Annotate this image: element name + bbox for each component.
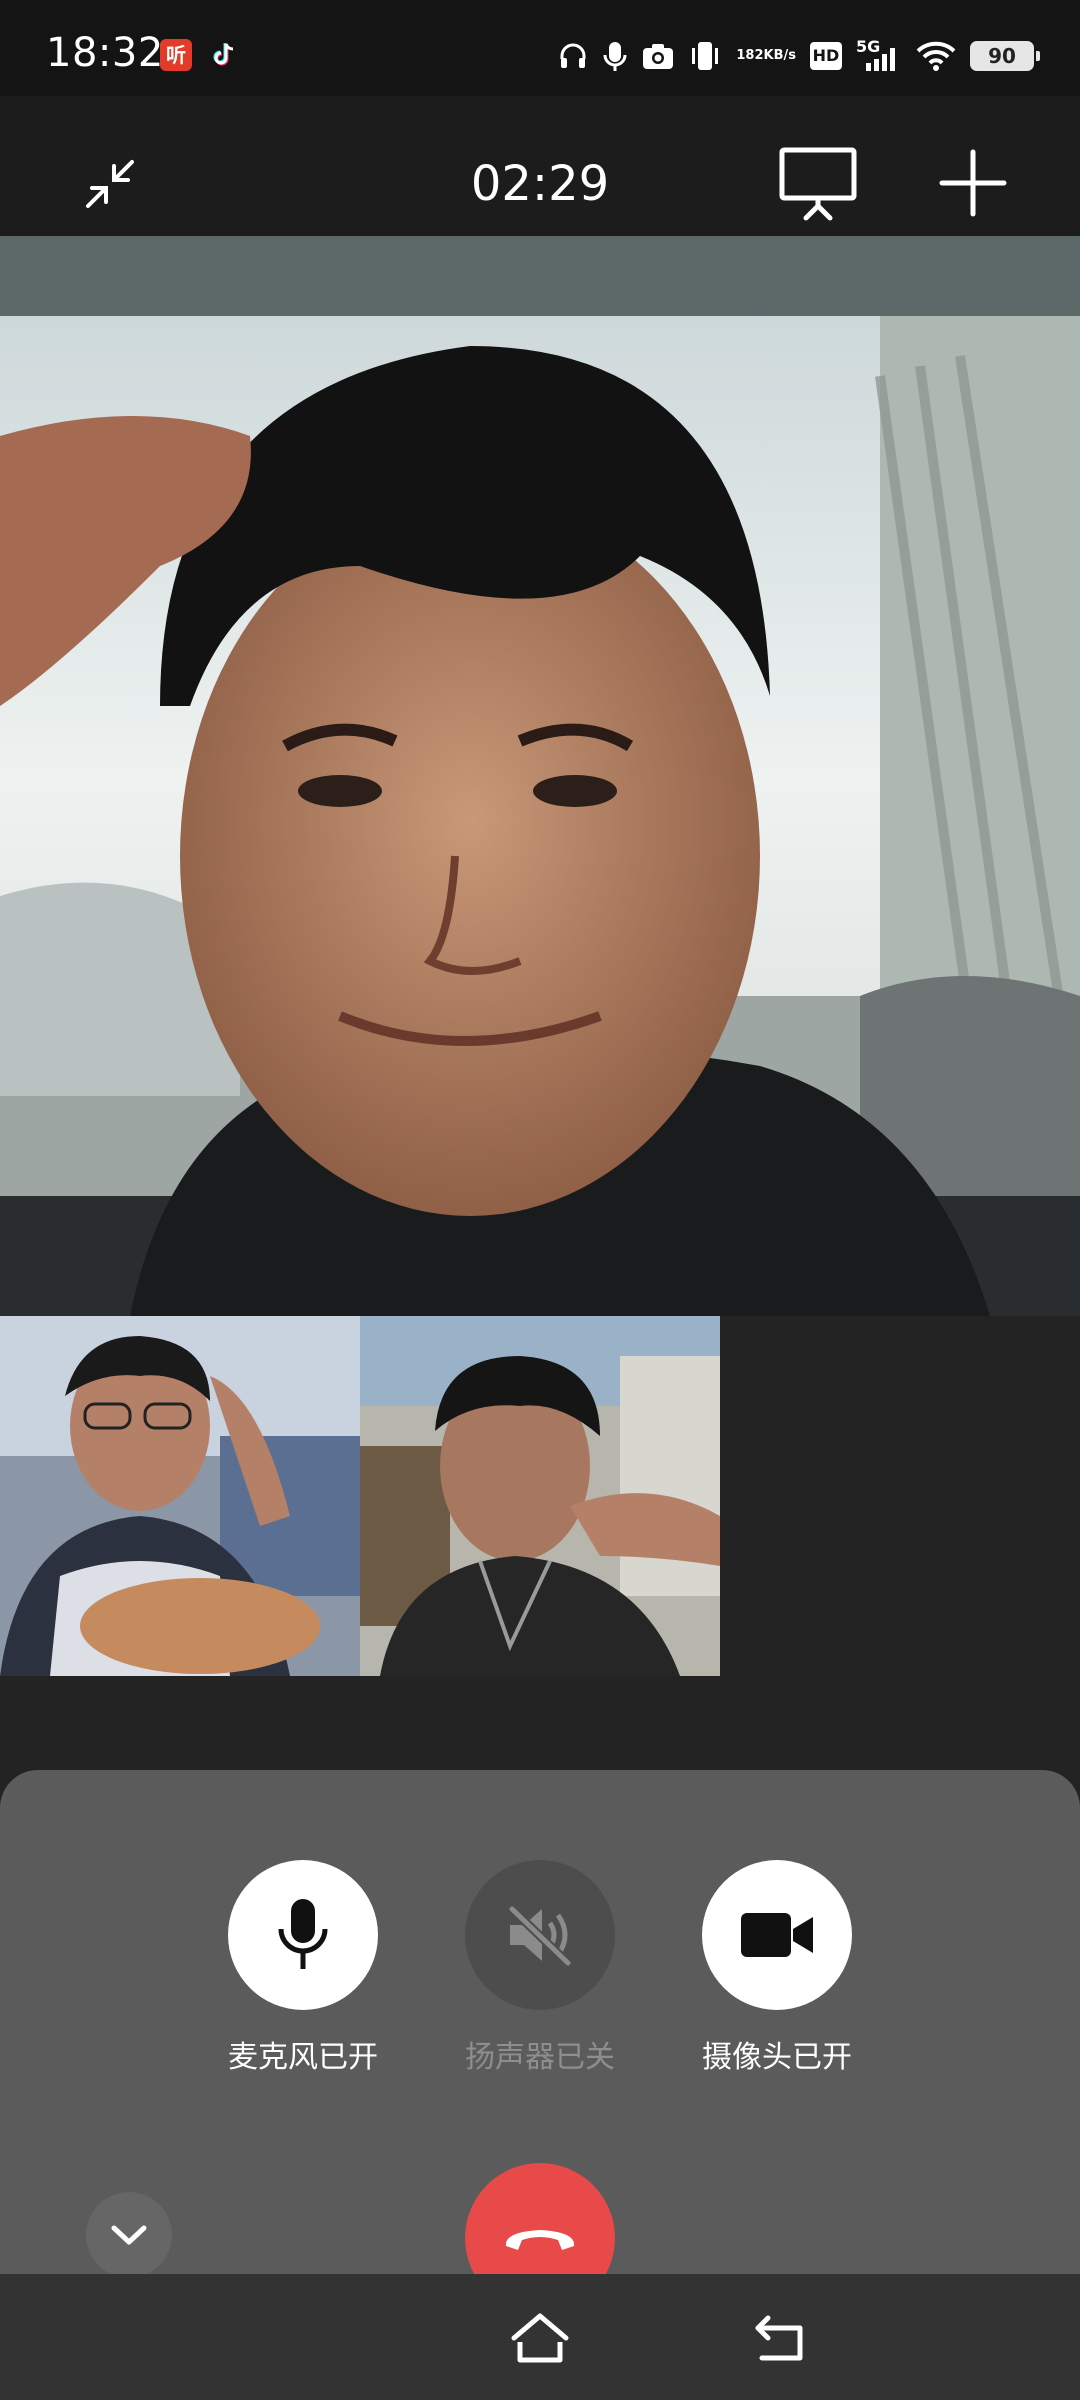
- chevron-down-icon: [111, 2225, 147, 2245]
- status-icons: 182 KB/s HD 5G 90: [558, 26, 1040, 86]
- participant-video-2[interactable]: [360, 1316, 720, 1676]
- speaker-control: 扬声器已关: [420, 1860, 660, 2076]
- network-speed: 182 KB/s: [736, 48, 796, 63]
- camera-control: 摄像头已开: [657, 1860, 897, 2076]
- video-camera-icon: [741, 1913, 813, 1957]
- speaker-muted-icon: [508, 1905, 572, 1967]
- microphone-icon: [278, 1899, 328, 1969]
- speaker-status-label: 扬声器已关: [465, 2040, 615, 2075]
- video-call-screen: 18:32 听 182 KB/s HD 5G 90 02:29 麦克风已开 扬声…: [0, 0, 1080, 2400]
- mic-status-icon: [603, 42, 627, 71]
- screen-share-button[interactable]: [778, 146, 858, 222]
- wifi-icon: [916, 41, 956, 71]
- microphone-toggle-button[interactable]: [228, 1860, 378, 2010]
- call-header: 02:29: [0, 96, 1080, 236]
- camera-status-label: 摄像头已开: [702, 2040, 852, 2075]
- camera-status-icon: [643, 44, 674, 69]
- collapse-panel-button[interactable]: [86, 2192, 172, 2278]
- camera-toggle-button[interactable]: [702, 1860, 852, 2010]
- microphone-status-label: 麦克风已开: [228, 2040, 378, 2075]
- status-time: 18:32: [46, 30, 164, 76]
- participant-video-1[interactable]: OLO: [0, 1316, 360, 1676]
- headphones-icon: [560, 43, 586, 68]
- system-navigation-bar: [0, 2274, 1080, 2400]
- hd-badge: HD: [810, 42, 842, 70]
- battery-icon: 90: [970, 41, 1040, 71]
- microphone-control: 麦克风已开: [183, 1860, 423, 2076]
- signal-icon: 5G: [856, 37, 902, 73]
- status-bar: 18:32 听 182 KB/s HD 5G 90: [0, 0, 1080, 96]
- listen-app-icon: 听: [160, 39, 192, 71]
- tiktok-icon: [213, 43, 234, 66]
- call-duration: 02:29: [470, 156, 610, 212]
- add-participant-button[interactable]: [938, 148, 1008, 218]
- speaker-toggle-button[interactable]: [465, 1860, 615, 2010]
- home-icon[interactable]: [510, 2312, 570, 2364]
- back-icon[interactable]: [752, 2312, 808, 2364]
- phone-hangup-icon: [505, 2230, 575, 2250]
- vibrate-icon: [692, 42, 719, 70]
- main-video-feed[interactable]: [0, 236, 1080, 1316]
